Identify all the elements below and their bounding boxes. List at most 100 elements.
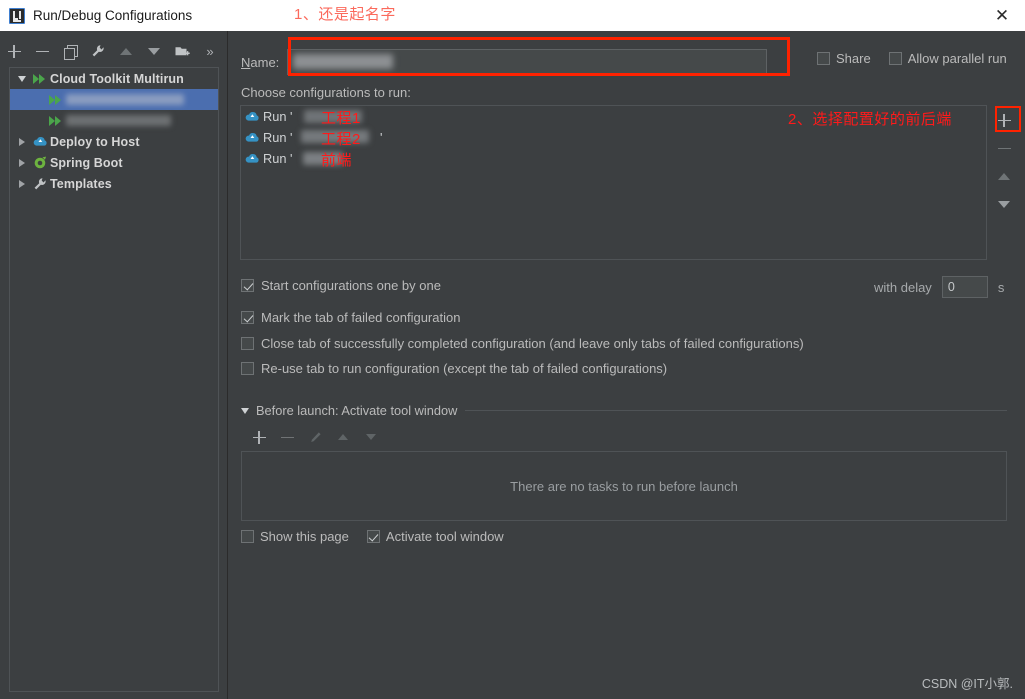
- edit-task-button[interactable]: [301, 425, 329, 449]
- wrench-icon: [30, 177, 50, 191]
- window-title: Run/Debug Configurations: [33, 8, 193, 23]
- tree-item-label: Cloud Toolkit Multirun: [50, 71, 184, 86]
- run-double-arrow-icon: [46, 115, 66, 126]
- expand-arrow-icon[interactable]: [14, 75, 30, 82]
- annotation-step-2: 2、选择配置好的前后端: [788, 111, 952, 128]
- arrow-down-icon: [998, 200, 1010, 208]
- delay-unit-label: s: [997, 279, 1005, 295]
- move-configuration-up-button[interactable]: [991, 163, 1017, 189]
- minus-icon: [997, 142, 1011, 155]
- before-launch-title: Before launch: Activate tool window: [256, 403, 458, 418]
- minus-icon: [280, 431, 294, 444]
- collapse-arrow-icon[interactable]: [241, 407, 249, 414]
- tree-item-templates[interactable]: Templates: [10, 173, 218, 194]
- allow-parallel-run-checkbox[interactable]: [888, 52, 902, 65]
- close-icon[interactable]: ✕: [979, 0, 1025, 31]
- configurations-tree[interactable]: Cloud Toolkit Multirun Deploy to Host Sp…: [9, 67, 219, 692]
- copy-configuration-button[interactable]: [56, 38, 84, 64]
- tree-item-multirun-child-1[interactable]: [10, 89, 218, 110]
- empty-tasks-message: There are no tasks to run before launch: [510, 478, 738, 494]
- choose-configurations-label: Choose configurations to run:: [241, 85, 411, 100]
- arrow-down-icon: [148, 47, 160, 55]
- activate-tool-window-label: Activate tool window: [385, 529, 504, 544]
- run-double-arrow-icon: [30, 73, 50, 84]
- configurations-sidebar: » Cloud Toolkit Multirun Deploy to Host …: [0, 31, 228, 699]
- dialog-body: » Cloud Toolkit Multirun Deploy to Host …: [0, 31, 1025, 699]
- remove-task-button[interactable]: [273, 425, 301, 449]
- option-reuse-tab[interactable]: Re-use tab to run configuration (except …: [241, 361, 667, 376]
- blurred-config-name: [66, 94, 184, 105]
- add-configuration-button[interactable]: [0, 38, 28, 64]
- option-label: Close tab of successfully completed conf…: [261, 336, 804, 351]
- share-checkbox[interactable]: [817, 52, 830, 65]
- option-label: Re-use tab to run configuration (except …: [261, 361, 668, 376]
- list-item-prefix: Run ': [263, 151, 293, 166]
- window-title-bar: Run/Debug Configurations: [0, 0, 1025, 31]
- blurred-config-name-2: [66, 115, 171, 126]
- list-side-buttons: [989, 105, 1019, 260]
- plus-icon: [997, 113, 1011, 127]
- delay-row: with delay 0 s: [874, 276, 1004, 298]
- edit-templates-button[interactable]: [84, 38, 112, 64]
- name-input[interactable]: [287, 49, 768, 75]
- option-start-one-by-one[interactable]: Start configurations one by one: [241, 278, 441, 293]
- option-mark-failed-tab[interactable]: Mark the tab of failed configuration: [241, 310, 460, 325]
- arrow-up-icon: [998, 172, 1010, 180]
- before-launch-tasks-list[interactable]: There are no tasks to run before launch: [241, 451, 1007, 521]
- share-options-row: Share Allow parallel run: [817, 51, 1025, 66]
- spring-boot-icon: [30, 156, 50, 169]
- tree-item-spring-boot[interactable]: Spring Boot: [10, 152, 218, 173]
- tree-item-label-deploy: Deploy to Host: [50, 134, 140, 149]
- bottom-options-row: Show this page Activate tool window: [241, 529, 522, 544]
- add-task-button[interactable]: [245, 425, 273, 449]
- separator-line: [465, 410, 1007, 411]
- option-close-completed-tab[interactable]: Close tab of successfully completed conf…: [241, 336, 804, 351]
- tree-item-multirun-child-2[interactable]: [10, 110, 218, 131]
- allow-parallel-run-label: Allow parallel run: [907, 51, 1007, 66]
- move-configuration-down-button[interactable]: [991, 191, 1017, 217]
- option-label: Start configurations one by one: [261, 278, 441, 293]
- copy-icon: [63, 44, 78, 60]
- share-label: Share: [836, 51, 871, 66]
- before-launch-header[interactable]: Before launch: Activate tool window: [241, 403, 1007, 418]
- list-item[interactable]: Run ' 前端: [241, 148, 986, 169]
- list-item-prefix: Run ': [263, 130, 293, 145]
- show-this-page-checkbox[interactable]: [241, 530, 254, 543]
- delay-input[interactable]: 0: [941, 276, 988, 298]
- cloud-icon: [30, 136, 50, 147]
- remove-configuration-from-list-button[interactable]: [991, 135, 1017, 161]
- start-one-by-one-checkbox[interactable]: [241, 279, 254, 292]
- name-row: Name:: [241, 49, 768, 75]
- before-launch-toolbar: [245, 425, 385, 449]
- tree-item-deploy-to-host[interactable]: Deploy to Host: [10, 131, 218, 152]
- add-configuration-to-list-button[interactable]: [991, 107, 1017, 133]
- task-move-up-button[interactable]: [329, 425, 357, 449]
- expand-arrow-icon-deploy[interactable]: [14, 137, 30, 146]
- reuse-tab-checkbox[interactable]: [241, 362, 254, 375]
- cloud-icon: [245, 153, 263, 164]
- blurred-name-value: [293, 54, 394, 69]
- expand-arrow-icon-templates[interactable]: [14, 179, 30, 188]
- wrench-icon: [91, 44, 105, 58]
- expand-arrow-icon-spring[interactable]: [14, 158, 30, 167]
- new-folder-button[interactable]: [168, 38, 196, 64]
- annotation-project-2: 工程2: [321, 131, 361, 148]
- mark-failed-tab-checkbox[interactable]: [241, 311, 254, 324]
- tree-item-cloud-toolkit-multirun[interactable]: Cloud Toolkit Multirun: [10, 68, 218, 89]
- list-item[interactable]: Run ' 工程2 ': [241, 127, 986, 148]
- activate-tool-window-checkbox[interactable]: [366, 530, 380, 543]
- folder-add-icon: [175, 45, 190, 58]
- close-completed-tab-checkbox[interactable]: [241, 337, 254, 350]
- arrow-down-icon: [366, 434, 376, 440]
- more-options-button[interactable]: »: [196, 38, 224, 64]
- sidebar-toolbar: »: [0, 37, 228, 65]
- tree-item-label-spring: Spring Boot: [50, 155, 123, 170]
- move-up-button[interactable]: [112, 38, 140, 64]
- task-move-down-button[interactable]: [357, 425, 385, 449]
- remove-configuration-button[interactable]: [28, 38, 56, 64]
- delay-label: with delay: [874, 279, 932, 295]
- plus-icon: [252, 430, 266, 444]
- name-label: Name:: [241, 54, 280, 70]
- move-down-button[interactable]: [140, 38, 168, 64]
- arrow-up-icon: [338, 434, 348, 440]
